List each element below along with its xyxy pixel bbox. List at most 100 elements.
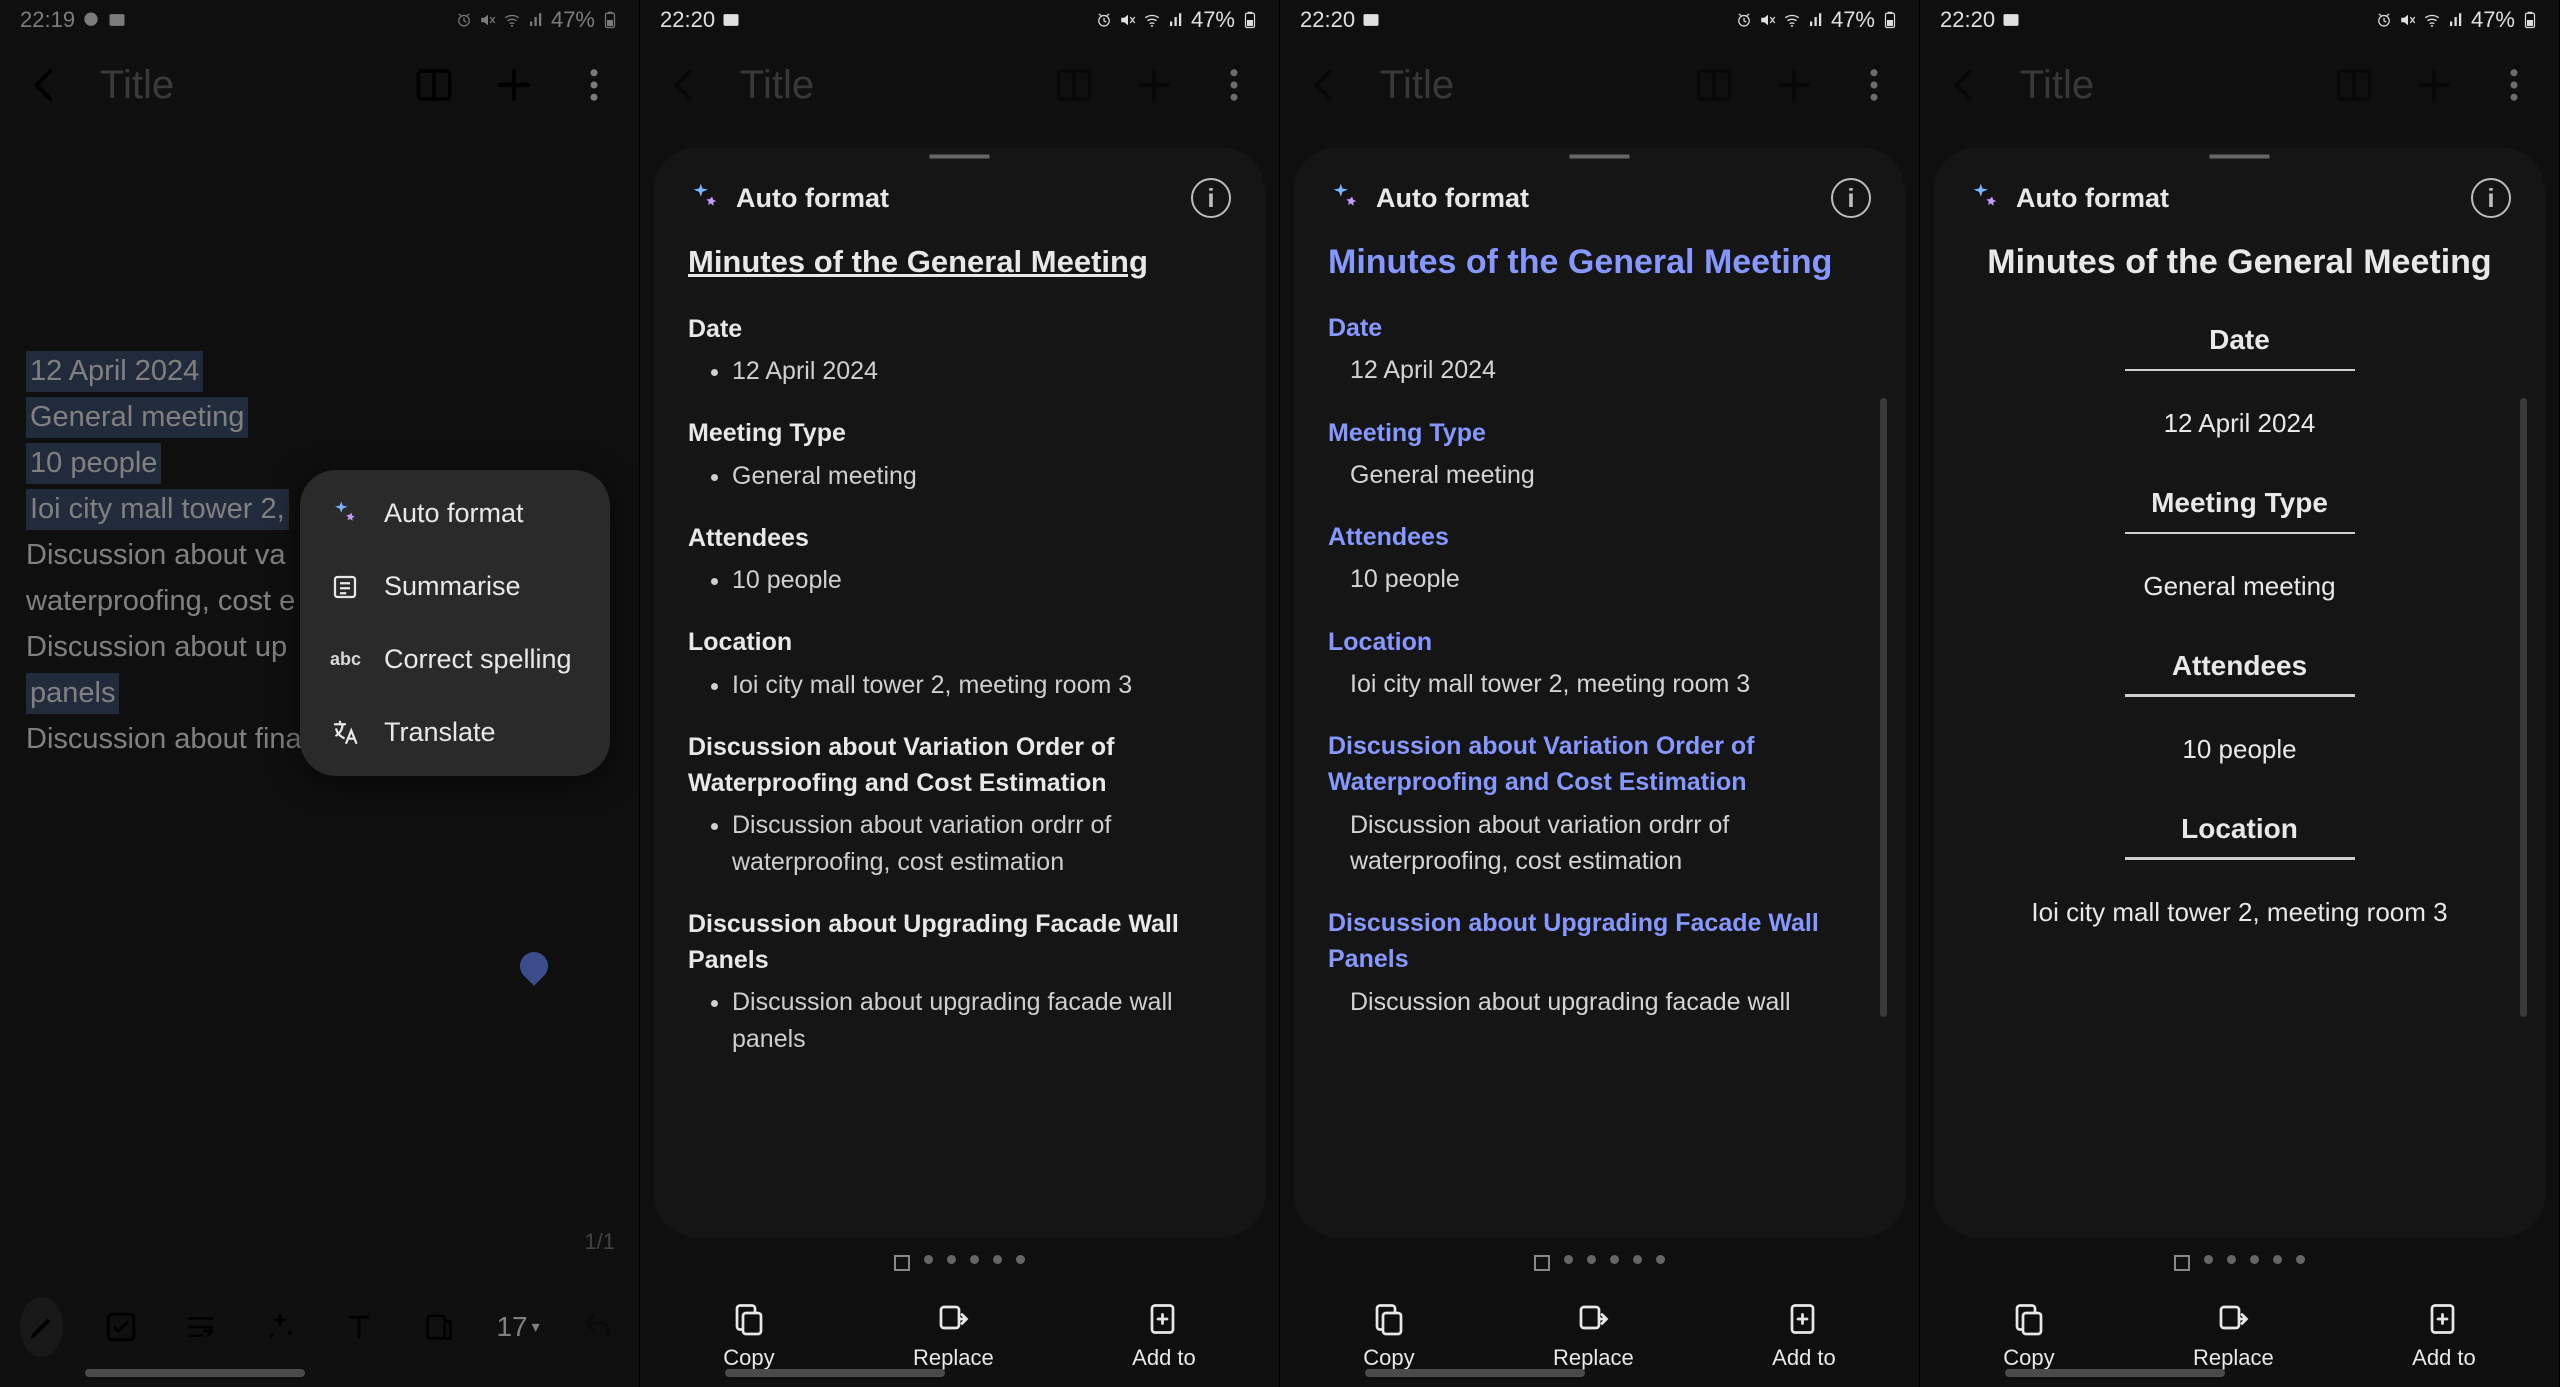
- font-size-selector[interactable]: 17▾: [496, 1311, 539, 1343]
- formatted-output: Minutes of the General Meeting Date12 Ap…: [1328, 240, 1871, 1020]
- checkbox-icon: [104, 1310, 138, 1344]
- reader-icon: [413, 64, 455, 106]
- note-line: panels: [26, 673, 119, 714]
- plus-icon: [1133, 64, 1175, 106]
- pen-icon: [25, 1310, 59, 1344]
- vertical-scrollbar[interactable]: [1880, 398, 1887, 1017]
- section-label: Meeting Type: [688, 415, 1231, 451]
- reader-mode-button[interactable]: [1689, 60, 1739, 110]
- add-to-icon: [1786, 1301, 1822, 1337]
- section-label: Meeting Type: [1968, 483, 2511, 524]
- more-button[interactable]: [1209, 60, 1259, 110]
- section-label: Date: [1328, 310, 1871, 346]
- more-button[interactable]: [1849, 60, 1899, 110]
- menu-correct-spelling[interactable]: abcCorrect spelling: [330, 644, 580, 675]
- copy-button[interactable]: Copy: [1363, 1301, 1414, 1371]
- checkbox-button[interactable]: [99, 1297, 142, 1357]
- text-style-button[interactable]: [338, 1297, 381, 1357]
- ai-button[interactable]: [258, 1297, 301, 1357]
- info-button[interactable]: i: [2471, 178, 2511, 218]
- attach-button[interactable]: [417, 1297, 460, 1357]
- note-title-input[interactable]: Title: [740, 63, 1019, 108]
- drag-handle-icon[interactable]: —: [1570, 148, 1630, 162]
- plus-icon: [1773, 64, 1815, 106]
- mute-icon: [2399, 11, 2417, 29]
- sparkle-icon: [688, 181, 722, 215]
- info-button[interactable]: i: [1191, 178, 1231, 218]
- back-button[interactable]: [20, 60, 70, 110]
- add-button[interactable]: [1129, 60, 1179, 110]
- lines-button[interactable]: [179, 1297, 222, 1357]
- reader-mode-button[interactable]: [1049, 60, 1099, 110]
- pen-button[interactable]: [20, 1297, 63, 1357]
- alarm-icon: [1735, 11, 1753, 29]
- undo-button[interactable]: [576, 1297, 619, 1357]
- attach-icon: [422, 1310, 456, 1344]
- section-label: Discussion about Upgrading Facade Wall P…: [688, 906, 1231, 979]
- copy-button[interactable]: Copy: [723, 1301, 774, 1371]
- nav-scrollbar[interactable]: [1365, 1369, 1585, 1377]
- menu-translate[interactable]: Translate: [330, 717, 580, 748]
- menu-summarise[interactable]: Summarise: [330, 571, 580, 602]
- copy-button[interactable]: Copy: [2003, 1301, 2054, 1371]
- note-title-input[interactable]: Title: [100, 63, 379, 108]
- reader-icon: [1693, 64, 1735, 106]
- add-to-button[interactable]: Add to: [1772, 1301, 1836, 1371]
- add-to-button[interactable]: Add to: [1132, 1301, 1196, 1371]
- section-label: Attendees: [688, 520, 1231, 556]
- add-button[interactable]: [2409, 60, 2459, 110]
- status-time: 22:20: [660, 7, 715, 33]
- drag-handle-icon[interactable]: —: [2210, 148, 2270, 162]
- section-label: Location: [688, 624, 1231, 660]
- nav-scrollbar[interactable]: [2005, 1369, 2225, 1377]
- nav-scrollbar[interactable]: [85, 1369, 305, 1377]
- back-button[interactable]: [1300, 60, 1350, 110]
- note-title-input[interactable]: Title: [2020, 63, 2299, 108]
- selection-handle-icon[interactable]: [514, 946, 554, 986]
- more-button[interactable]: [2489, 60, 2539, 110]
- section-label: Attendees: [1328, 519, 1871, 555]
- picture-icon: [107, 10, 127, 30]
- more-button[interactable]: [569, 60, 619, 110]
- note-line: waterproofing, cost e: [26, 585, 295, 618]
- info-button[interactable]: i: [1831, 178, 1871, 218]
- add-button[interactable]: [1769, 60, 1819, 110]
- style-pagination[interactable]: [1294, 1237, 1905, 1289]
- section-label: Date: [688, 311, 1231, 347]
- vertical-scrollbar[interactable]: [2520, 398, 2527, 1017]
- status-time: 22:19: [20, 7, 75, 33]
- section-label: Location: [1968, 809, 2511, 850]
- replace-button[interactable]: Replace: [913, 1301, 994, 1371]
- back-icon: [1944, 64, 1986, 106]
- section-label: Location: [1328, 624, 1871, 660]
- replace-button[interactable]: Replace: [2193, 1301, 2274, 1371]
- mute-icon: [1759, 11, 1777, 29]
- drag-handle-icon[interactable]: —: [930, 148, 990, 162]
- sparkle-icon: [1328, 181, 1362, 215]
- signal-icon: [1807, 11, 1825, 29]
- nav-scrollbar[interactable]: [725, 1369, 945, 1377]
- sparkle-icon: [330, 499, 360, 529]
- back-button[interactable]: [1940, 60, 1990, 110]
- picture-icon: [721, 10, 741, 30]
- back-icon: [1304, 64, 1346, 106]
- style-pagination[interactable]: [654, 1237, 1265, 1289]
- menu-auto-format[interactable]: Auto format: [330, 498, 580, 529]
- panel-title: Auto format: [736, 183, 889, 214]
- reader-mode-button[interactable]: [2329, 60, 2379, 110]
- copy-icon: [731, 1301, 767, 1337]
- back-button[interactable]: [660, 60, 710, 110]
- replace-button[interactable]: Replace: [1553, 1301, 1634, 1371]
- reader-mode-button[interactable]: [409, 60, 459, 110]
- page-indicator: 1/1: [584, 1229, 615, 1255]
- add-to-button[interactable]: Add to: [2412, 1301, 2476, 1371]
- text-icon: [342, 1310, 376, 1344]
- note-title-input[interactable]: Title: [1380, 63, 1659, 108]
- alarm-icon: [1095, 11, 1113, 29]
- add-button[interactable]: [489, 60, 539, 110]
- reader-icon: [1053, 64, 1095, 106]
- note-line: Discussion about up: [26, 631, 287, 664]
- note-line: Ioi city mall tower 2,: [26, 489, 289, 530]
- alarm-icon: [455, 11, 473, 29]
- style-pagination[interactable]: [1934, 1237, 2545, 1289]
